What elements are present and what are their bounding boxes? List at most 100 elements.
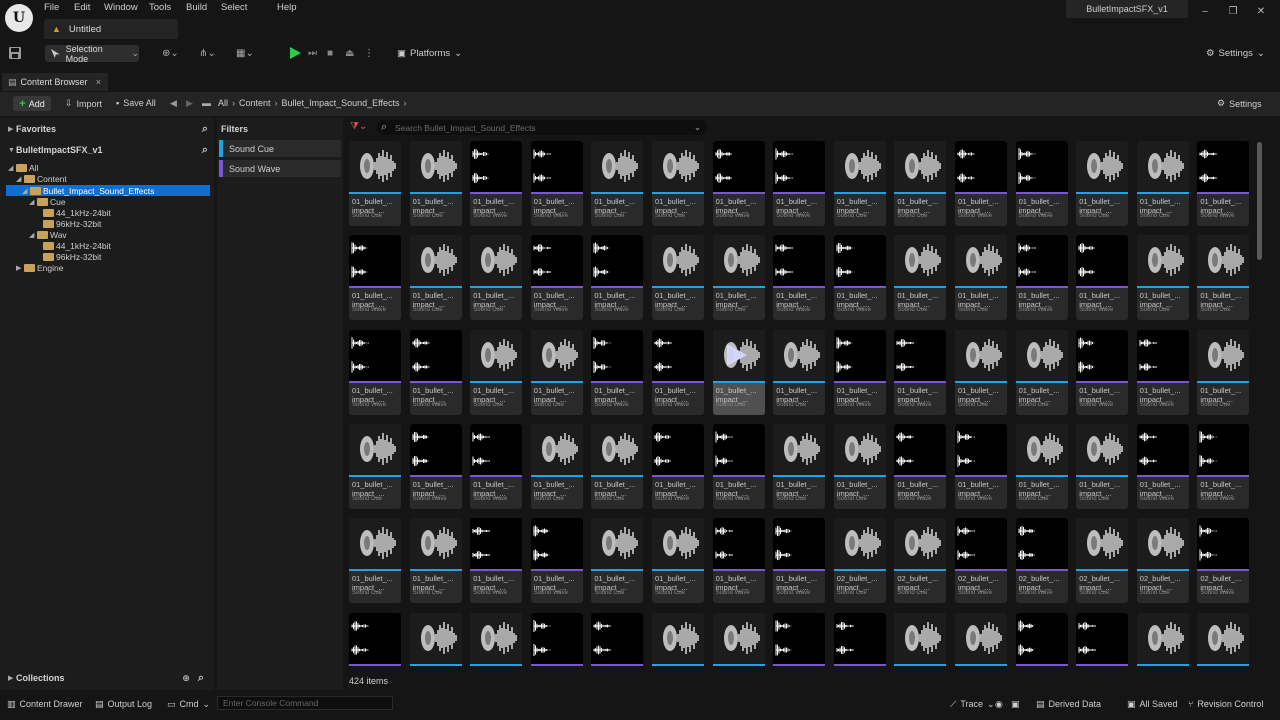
sound-wave-asset[interactable]: 01_bullet_...impact_...Sound Wave — [1136, 423, 1189, 509]
sound-cue-asset[interactable]: 01_bullet_...impact_...Sound Cue — [1076, 141, 1129, 226]
menu-build[interactable]: Build — [186, 2, 207, 16]
sound-wave-asset[interactable]: 01_bullet_...impact_...Sound Wave — [712, 518, 765, 604]
sound-wave-asset[interactable]: 01_bullet_...impact_...Sound Wave — [1076, 612, 1129, 666]
sound-wave-asset[interactable]: 01_bullet_...impact_...Sound Wave — [470, 423, 523, 509]
record-icon[interactable]: ◉ — [995, 697, 1003, 711]
blueprint-icon[interactable]: ⋔⌄ — [199, 46, 223, 60]
sound-cue-asset[interactable]: 01_bullet_...impact_...Sound Cue — [1197, 612, 1250, 666]
filter-sound-wave[interactable]: Sound Wave — [219, 160, 341, 177]
sound-cue-asset[interactable]: 01_bullet_...impact_...Sound Cue — [712, 235, 765, 321]
sound-wave-asset[interactable]: 02_bullet_... impact_... Sound Wave — [955, 518, 1007, 604]
sound-wave-asset[interactable]: 01_bullet_...impact_...Sound Wave — [1015, 141, 1068, 226]
sound-wave-asset[interactable]: 01_bullet_...impact_...Sound Wave — [894, 423, 947, 509]
sound-wave-asset[interactable]: 01_bullet_...impact_...Sound Wave — [470, 518, 523, 604]
sound-cue-asset[interactable]: 01_bullet_...impact_...Sound Cue — [894, 612, 947, 666]
sound-cue-asset[interactable]: 01_bullet_...impact_...Sound Cue — [652, 612, 704, 666]
sound-wave-asset[interactable]: 01_bullet_...impact_...Sound Wave — [712, 423, 765, 509]
sound-wave-asset[interactable]: 01_bullet_...impact_...Sound Wave — [1136, 329, 1189, 415]
sound-cue-asset[interactable]: 01_bullet_...impact_...Sound Cue — [591, 423, 644, 509]
sound-cue-asset[interactable]: 01_bullet_...impact_...Sound Cue — [773, 423, 826, 509]
add-button[interactable]: + Add — [13, 96, 51, 111]
cmd-dropdown[interactable]: ▭ Cmd ⌄ — [167, 697, 210, 711]
tree-item-content[interactable]: ◢ Content — [16, 173, 67, 184]
menu-edit[interactable]: Edit — [74, 2, 90, 16]
breadcrumb-separator-icon[interactable]: › — [232, 98, 235, 108]
sound-cue-asset[interactable]: 01_bullet_...impact_...Sound Cue — [894, 235, 947, 321]
sound-wave-asset[interactable]: 01_bullet_...impact_...Sound Wave — [349, 329, 401, 415]
search-icon[interactable]: ⌕ — [202, 144, 208, 157]
menu-window[interactable]: Window — [104, 2, 138, 16]
sound-wave-asset[interactable]: 01_bullet_...impact_...Sound Wave — [470, 141, 523, 226]
breadcrumb-separator-icon[interactable]: › — [275, 98, 278, 108]
sound-cue-asset[interactable]: 02_bullet_... impact_... Sound Cue — [1136, 518, 1189, 604]
sound-cue-asset[interactable]: 01_bullet_...impact_...Sound Cue — [470, 329, 523, 415]
breadcrumb-folder[interactable]: Bullet_Impact_Sound_Effects — [282, 98, 400, 108]
sound-wave-asset[interactable]: 01_bullet_...impact_...Sound Wave — [1015, 235, 1068, 321]
menu-tools[interactable]: Tools — [149, 2, 171, 16]
content-settings-button[interactable]: ⚙ Settings — [1217, 98, 1262, 109]
sound-wave-asset[interactable]: 01_bullet_...impact_...Sound Wave — [833, 235, 886, 321]
sound-wave-asset[interactable]: 01_bullet_...impact_...Sound Wave — [652, 423, 704, 509]
tree-item-wav[interactable]: ◢ Wav — [29, 229, 67, 240]
sound-wave-asset[interactable]: 01_bullet_...impact_...Sound Wave — [773, 518, 826, 604]
sound-wave-asset[interactable]: 01_bullet_...impact_...Sound Wave — [712, 141, 765, 226]
sound-cue-asset[interactable]: 01_bullet_...impact_...Sound Cue — [894, 141, 947, 226]
import-button[interactable]: ⇩ Import — [65, 98, 102, 109]
sound-cue-asset[interactable]: 01_bullet_...impact_...Sound Cue — [349, 423, 401, 509]
sound-cue-asset[interactable]: 01_bullet_...impact_...Sound Cue — [773, 329, 826, 415]
sound-cue-asset[interactable]: 01_bullet_...impact_...Sound Cue — [652, 518, 704, 604]
sound-cue-asset[interactable]: 01_bullet_...impact_...Sound Cue — [1136, 141, 1189, 226]
sound-wave-asset[interactable]: 01_bullet_...impact_...Sound Wave — [349, 612, 401, 666]
document-tab[interactable]: ▲ Untitled — [44, 19, 178, 39]
sound-wave-asset[interactable]: 01_bullet_...impact_...Sound Wave — [773, 141, 826, 226]
project-header[interactable]: ▼ BulletImpactSFX_v1 ⌕ — [8, 140, 208, 160]
more-options-icon[interactable]: ⋮ — [364, 46, 388, 60]
sound-cue-asset[interactable]: 01_bullet_...impact_...Sound Cue — [652, 141, 704, 226]
sound-wave-asset[interactable]: 01_bullet_...impact_...Sound Wave — [349, 235, 401, 321]
tree-item-engine[interactable]: ▶ Engine — [16, 262, 63, 273]
breadcrumb-content[interactable]: Content — [239, 98, 271, 108]
close-button[interactable]: ✕ — [1250, 0, 1272, 22]
sound-wave-asset[interactable]: 01_bullet_...impact_...Sound Wave — [652, 329, 704, 415]
sound-wave-asset[interactable]: 01_bullet_...impact_...Sound Wave — [530, 141, 583, 226]
sound-wave-asset[interactable]: 01_bullet_...impact_...Sound Wave — [591, 329, 644, 415]
save-all-button[interactable]: ▪ Save All — [116, 98, 156, 108]
sound-cue-asset[interactable]: 01_bullet_...impact_...Sound Cue — [409, 612, 462, 666]
sound-wave-asset[interactable]: 01_bullet_...impact_...Sound Wave — [955, 141, 1007, 226]
sound-cue-asset[interactable]: 01_bullet_...impact_...Sound Cue — [349, 141, 401, 226]
sound-cue-asset[interactable]: 02_bullet_... impact_... Sound Cue — [894, 518, 947, 604]
sound-wave-asset[interactable]: 01_bullet_...impact_...Sound Wave — [833, 612, 886, 666]
sound-cue-asset[interactable]: 01_bullet_...impact_...Sound Cue — [833, 141, 886, 226]
sound-wave-asset[interactable]: 01_bullet_...impact_...Sound Wave — [409, 423, 462, 509]
sound-cue-asset[interactable]: 02_bullet_... impact_... Sound Cue — [1076, 518, 1129, 604]
sound-cue-asset[interactable]: 01_bullet_...impact_...Sound Cue — [591, 141, 644, 226]
sound-cue-asset[interactable]: 01_bullet_...impact_...Sound Cue — [955, 235, 1007, 321]
cinematics-icon[interactable]: ▦⌄ — [236, 46, 260, 60]
sound-cue-asset[interactable]: 01_bullet_...impact_...Sound Cue — [409, 235, 462, 321]
unreal-logo-icon[interactable]: U — [5, 4, 33, 32]
output-log-button[interactable]: ▤ Output Log — [95, 697, 152, 711]
sound-cue-asset[interactable]: 01_bullet_...impact_...Sound Cue — [1136, 235, 1189, 321]
revision-control-button[interactable]: ⑂ Revision Control — [1188, 697, 1263, 711]
close-tab-icon[interactable]: × — [96, 77, 101, 87]
sound-cue-asset[interactable]: 01_bullet_...impact_...Sound Cue — [712, 329, 765, 415]
sound-wave-asset[interactable]: 01_bullet_...impact_...Sound Wave — [773, 612, 826, 666]
sound-cue-asset[interactable]: 01_bullet_...impact_...Sound Cue — [1076, 423, 1129, 509]
sound-wave-asset[interactable]: 01_bullet_...impact_...Sound Wave — [591, 612, 644, 666]
sound-cue-asset[interactable]: 01_bullet_...impact_...Sound Cue — [652, 235, 704, 321]
sound-cue-asset[interactable]: 01_bullet_...impact_...Sound Cue — [712, 612, 765, 666]
asset-search-input[interactable]: ⌕ Search Bullet_Impact_Sound_Effects ⌄ — [377, 120, 707, 135]
sound-cue-asset[interactable]: 01_bullet_...impact_...Sound Cue — [1015, 423, 1068, 509]
sound-cue-asset[interactable]: 01_bullet_...impact_...Sound Cue — [591, 518, 644, 604]
content-browser-tab[interactable]: ▤ Content Browser × — [2, 73, 108, 91]
sound-wave-asset[interactable]: 01_bullet_...impact_...Sound Wave — [591, 235, 644, 321]
menu-help[interactable]: Help — [277, 2, 297, 16]
search-icon[interactable]: ⌕ — [202, 123, 208, 136]
sound-cue-asset[interactable]: 01_bullet_...impact_...Sound Cue — [955, 329, 1007, 415]
selection-mode-dropdown[interactable]: Selection Mode ⌄ — [45, 44, 139, 64]
tree-item-all[interactable]: ◢ All — [8, 162, 38, 173]
sound-wave-asset[interactable]: 01_bullet_...impact_...Sound Wave — [833, 329, 886, 415]
sound-wave-asset[interactable]: 02_bullet_... impact_... Sound Wave — [1197, 518, 1250, 604]
sound-wave-asset[interactable]: 01_bullet_...impact_...Sound Wave — [1197, 141, 1250, 226]
sound-cue-asset[interactable]: 01_bullet_...impact_...Sound Cue — [530, 423, 583, 509]
